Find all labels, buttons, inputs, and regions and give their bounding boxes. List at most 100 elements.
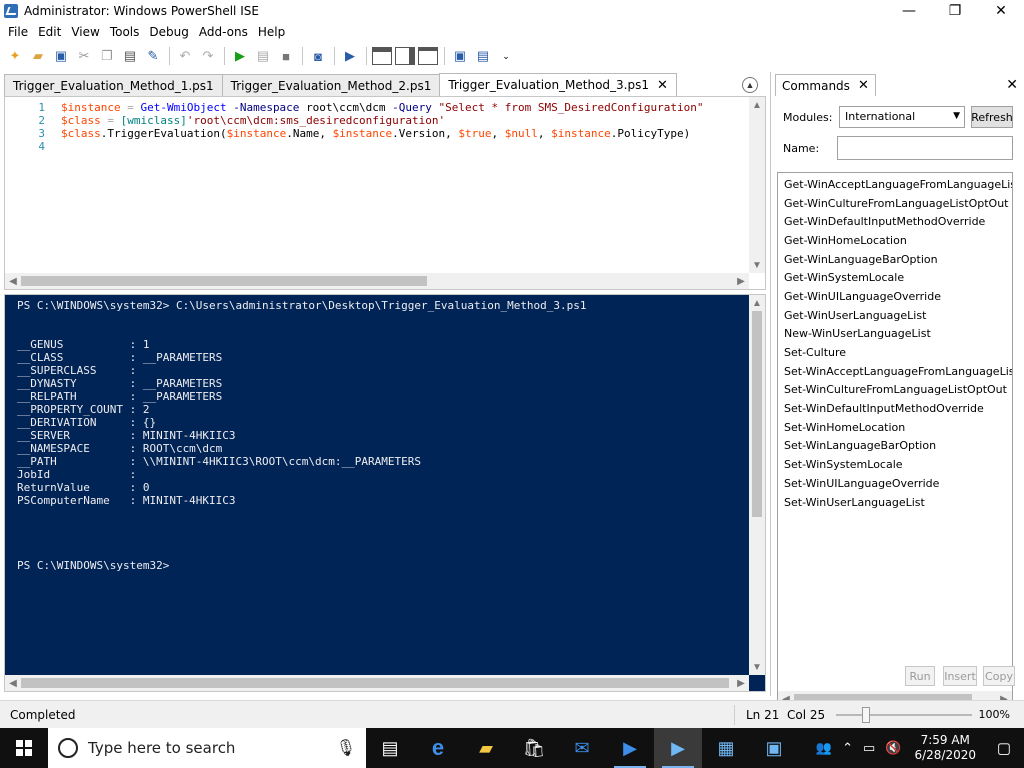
open-folder-icon[interactable]: ▰	[27, 45, 49, 67]
new-file-icon[interactable]: ✦	[4, 45, 26, 67]
scrollbar-thumb[interactable]	[752, 311, 762, 517]
mail-icon[interactable]: ✉	[558, 728, 606, 768]
run-script-icon[interactable]: ▶	[229, 45, 251, 67]
paste-icon[interactable]: ▤	[119, 45, 141, 67]
modules-select[interactable]: International ▼	[839, 106, 965, 128]
toolbar-overflow-icon[interactable]: ⌄	[495, 45, 517, 67]
powershell-ise-taskbar-icon[interactable]: ▶	[654, 728, 702, 768]
store-icon[interactable]: 🛍	[510, 728, 558, 768]
command-list-item[interactable]: Get-WinDefaultInputMethodOverride	[778, 212, 1012, 231]
console-vertical-scrollbar[interactable]: ▲ ▼	[749, 295, 765, 675]
tab-close-icon[interactable]: ✕	[657, 78, 668, 93]
save-icon[interactable]: ▣	[50, 45, 72, 67]
command-list-item[interactable]: New-WinUserLanguageList	[778, 325, 1012, 344]
redo-icon[interactable]: ↷	[197, 45, 219, 67]
menu-file[interactable]: File	[3, 25, 33, 39]
copy-button[interactable]: Copy	[983, 666, 1015, 686]
undo-icon[interactable]: ↶	[174, 45, 196, 67]
refresh-button[interactable]: Refresh	[971, 106, 1013, 128]
show-command-addon-icon[interactable]: ▤	[472, 45, 494, 67]
menu-tools[interactable]: Tools	[105, 25, 145, 39]
command-list-item[interactable]: Get-WinHomeLocation	[778, 231, 1012, 250]
script-code[interactable]: $instance = Get-WmiObject -Namespace roo…	[61, 101, 749, 153]
cut-icon[interactable]: ✂	[73, 45, 95, 67]
command-list-item[interactable]: Set-WinSystemLocale	[778, 455, 1012, 474]
notifications-icon[interactable]: ▢	[984, 728, 1024, 768]
tab-trigger-evaluation-method-2[interactable]: Trigger_Evaluation_Method_2.ps1	[221, 74, 441, 96]
zoom-slider[interactable]	[836, 714, 972, 716]
remote-powershell-icon[interactable]: ◙	[307, 45, 329, 67]
start-button[interactable]	[0, 728, 48, 768]
scrollbar-thumb[interactable]	[21, 276, 427, 286]
command-list-item[interactable]: Set-WinLanguageBarOption	[778, 437, 1012, 456]
scroll-down-icon[interactable]: ▼	[749, 659, 765, 675]
scroll-right-icon[interactable]: ▶	[733, 273, 749, 289]
editor-horizontal-scrollbar[interactable]: ◀ ▶	[5, 273, 749, 289]
tab-commands[interactable]: Commands ✕	[775, 74, 876, 96]
clear-console-icon[interactable]: ✎	[142, 45, 164, 67]
scroll-left-icon[interactable]: ◀	[5, 675, 21, 691]
console-pane[interactable]: PS C:\WINDOWS\system32> C:\Users\adminis…	[4, 294, 766, 692]
name-filter-input[interactable]	[837, 136, 1013, 160]
command-list-item[interactable]: Set-WinCultureFromLanguageListOptOut	[778, 381, 1012, 400]
scrollbar-thumb[interactable]	[21, 678, 729, 688]
stop-icon[interactable]: ■	[275, 45, 297, 67]
powershell-taskbar-icon[interactable]: ▶	[606, 728, 654, 768]
tab-trigger-evaluation-method-1[interactable]: Trigger_Evaluation_Method_1.ps1	[4, 74, 223, 96]
command-list-item[interactable]: Set-WinUILanguageOverride	[778, 474, 1012, 493]
tab-trigger-evaluation-method-3[interactable]: Trigger_Evaluation_Method_3.ps1 ✕	[439, 73, 677, 96]
scroll-left-icon[interactable]: ◀	[5, 273, 21, 289]
show-command-window-icon[interactable]: ▣	[449, 45, 471, 67]
volume-muted-icon[interactable]: 🔇	[880, 740, 906, 756]
command-list-item[interactable]: Set-WinUserLanguageList	[778, 493, 1012, 512]
insert-button[interactable]: Insert	[943, 666, 977, 686]
menu-debug[interactable]: Debug	[144, 25, 193, 39]
close-icon[interactable]: ✕	[858, 78, 869, 93]
minimize-button[interactable]: —	[886, 0, 932, 22]
network-icon[interactable]: ▭	[858, 740, 880, 756]
command-list-item[interactable]: Set-WinAcceptLanguageFromLanguageListOpt	[778, 362, 1012, 381]
collapse-script-pane-icon[interactable]: ▲	[742, 77, 758, 93]
command-list-item[interactable]: Set-WinDefaultInputMethodOverride	[778, 399, 1012, 418]
menu-add-ons[interactable]: Add-ons	[194, 25, 253, 39]
run-button[interactable]: Run	[905, 666, 935, 686]
scroll-down-icon[interactable]: ▼	[749, 257, 765, 273]
close-commands-pane-icon[interactable]: ✕	[1006, 76, 1018, 93]
show-script-right-icon[interactable]	[394, 45, 416, 67]
scroll-up-icon[interactable]: ▲	[749, 97, 765, 113]
show-hidden-icons-icon[interactable]: ⌃	[837, 740, 858, 756]
scroll-up-icon[interactable]: ▲	[749, 295, 765, 311]
command-list-item[interactable]: Set-Culture	[778, 343, 1012, 362]
microphone-icon[interactable]: 🎙	[336, 738, 356, 758]
console-horizontal-scrollbar[interactable]: ◀ ▶	[5, 675, 749, 691]
command-list-item[interactable]: Get-WinSystemLocale	[778, 268, 1012, 287]
control-panel-icon[interactable]: ▦	[702, 728, 750, 768]
command-list-item[interactable]: Get-WinLanguageBarOption	[778, 250, 1012, 269]
run-selection-icon[interactable]: ▤	[252, 45, 274, 67]
task-view-icon[interactable]: ▤	[366, 728, 414, 768]
edge-browser-icon[interactable]: e	[414, 728, 462, 768]
command-list-item[interactable]: Get-WinUILanguageOverride	[778, 287, 1012, 306]
taskbar-search[interactable]: Type here to search 🎙	[48, 728, 366, 768]
people-icon[interactable]: 👥	[811, 740, 837, 756]
copy-icon[interactable]: ❐	[96, 45, 118, 67]
close-button[interactable]: ✕	[978, 0, 1024, 22]
remote-desktop-icon[interactable]: ▣	[750, 728, 798, 768]
console-final-prompt[interactable]: PS C:\WINDOWS\system32>	[17, 559, 737, 572]
command-list-item[interactable]: Get-WinCultureFromLanguageListOptOut	[778, 194, 1012, 213]
scroll-right-icon[interactable]: ▶	[733, 675, 749, 691]
command-list-item[interactable]: Set-WinHomeLocation	[778, 418, 1012, 437]
start-powershell-icon[interactable]: ▶	[339, 45, 361, 67]
command-list-item[interactable]: Get-WinAcceptLanguageFromLanguageListOpt	[778, 175, 1012, 194]
restore-button[interactable]: ❐	[932, 0, 978, 22]
file-explorer-icon[interactable]: ▰	[462, 728, 510, 768]
menu-view[interactable]: View	[66, 25, 104, 39]
menu-help[interactable]: Help	[253, 25, 290, 39]
editor-vertical-scrollbar[interactable]: ▲ ▼	[749, 97, 765, 273]
commands-list[interactable]: Get-WinAcceptLanguageFromLanguageListOpt…	[777, 172, 1013, 708]
clock[interactable]: 7:59 AM 6/28/2020	[906, 733, 984, 763]
menu-edit[interactable]: Edit	[33, 25, 66, 39]
show-script-maximized-icon[interactable]	[417, 45, 439, 67]
command-list-item[interactable]: Get-WinUserLanguageList	[778, 306, 1012, 325]
show-script-top-icon[interactable]	[371, 45, 393, 67]
